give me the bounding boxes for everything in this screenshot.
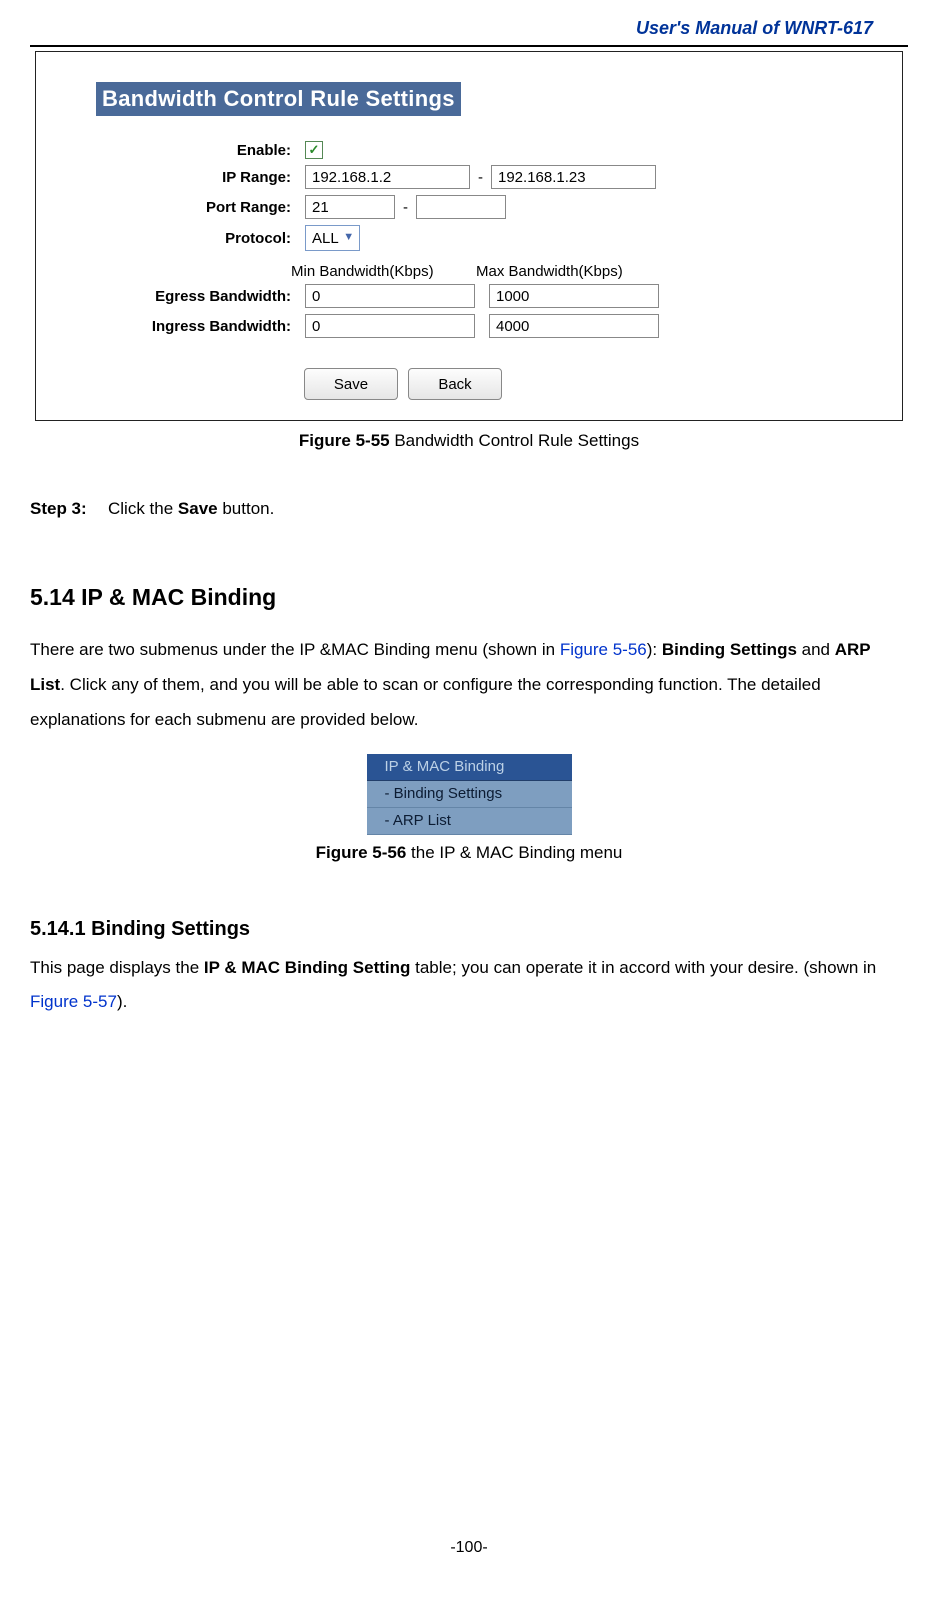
egress-max-input[interactable] (489, 284, 659, 308)
max-bw-header: Max Bandwidth(Kbps) (476, 263, 661, 280)
min-bw-header: Min Bandwidth(Kbps) (291, 263, 476, 280)
ip-range-label: IP Range: (86, 169, 305, 186)
figure-56-text: the IP & MAC Binding menu (406, 843, 622, 862)
port-range-label: Port Range: (86, 199, 305, 216)
protocol-value: ALL (312, 230, 339, 247)
port-range-start-input[interactable] (305, 195, 395, 219)
figure-55-container: Bandwidth Control Rule Settings Enable: … (35, 51, 903, 421)
section-5-14-1-para: This page displays the IP & MAC Binding … (30, 951, 908, 1021)
ingress-label: Ingress Bandwidth: (86, 318, 305, 335)
section-5-14-1-title: 5.14.1 Binding Settings (30, 918, 908, 941)
save-button[interactable]: Save (304, 368, 398, 400)
protocol-select[interactable]: ALL ▼ (305, 225, 360, 251)
section-5-14-title: 5.14 IP & MAC Binding (30, 584, 908, 611)
ingress-min-input[interactable] (305, 314, 475, 338)
figure-55-text: Bandwidth Control Rule Settings (390, 431, 639, 450)
para-text-d: . Click any of them, and you will be abl… (30, 675, 821, 729)
figure-55-caption: Figure 5-55 Bandwidth Control Rule Setti… (30, 431, 908, 451)
section-5-14-para: There are two submenus under the IP &MAC… (30, 633, 908, 738)
sub-para-a: This page displays the (30, 958, 204, 977)
ingress-max-input[interactable] (489, 314, 659, 338)
panel-title: Bandwidth Control Rule Settings (96, 82, 461, 116)
port-range-end-input[interactable] (416, 195, 506, 219)
egress-label: Egress Bandwidth: (86, 288, 305, 305)
ip-range-dash: - (470, 169, 491, 186)
header-rule (30, 45, 908, 47)
sub-para-bold: IP & MAC Binding Setting (204, 958, 411, 977)
protocol-label: Protocol: (86, 230, 305, 247)
ref-figure-5-57[interactable]: Figure 5-57 (30, 992, 117, 1011)
figure-56-container: IP & MAC Binding - Binding Settings - AR… (367, 754, 572, 835)
chevron-down-icon: ▼ (341, 228, 357, 246)
ref-figure-5-56[interactable]: Figure 5-56 (560, 640, 647, 659)
back-button[interactable]: Back (408, 368, 502, 400)
para-text-b: ): (647, 640, 662, 659)
sub-para-c: ). (117, 992, 127, 1011)
para-text-c: and (797, 640, 835, 659)
step-3-text-a: Click the (108, 499, 178, 518)
step-3-label: Step 3: (30, 499, 108, 519)
figure-56-number: Figure 5-56 (316, 843, 407, 862)
enable-checkbox[interactable]: ✓ (305, 141, 323, 159)
egress-min-input[interactable] (305, 284, 475, 308)
step-3: Step 3: Click the Save button. (30, 499, 908, 519)
menu-item-arp-list[interactable]: - ARP List (367, 808, 572, 835)
para-bold-1: Binding Settings (662, 640, 797, 659)
port-range-dash: - (395, 199, 416, 216)
page-number: -100- (0, 1539, 938, 1557)
page-header: User's Manual of WNRT-617 (30, 18, 908, 39)
check-icon: ✓ (309, 142, 320, 158)
ip-range-start-input[interactable] (305, 165, 470, 189)
enable-label: Enable: (86, 142, 305, 159)
menu-header[interactable]: IP & MAC Binding (367, 754, 572, 781)
menu-item-binding-settings[interactable]: - Binding Settings (367, 781, 572, 808)
figure-56-caption: Figure 5-56 the IP & MAC Binding menu (30, 843, 908, 863)
sub-para-b: table; you can operate it in accord with… (410, 958, 876, 977)
step-3-text-b: button. (218, 499, 275, 518)
figure-55-number: Figure 5-55 (299, 431, 390, 450)
ip-range-end-input[interactable] (491, 165, 656, 189)
step-3-save-word: Save (178, 499, 218, 518)
para-text-a: There are two submenus under the IP &MAC… (30, 640, 560, 659)
